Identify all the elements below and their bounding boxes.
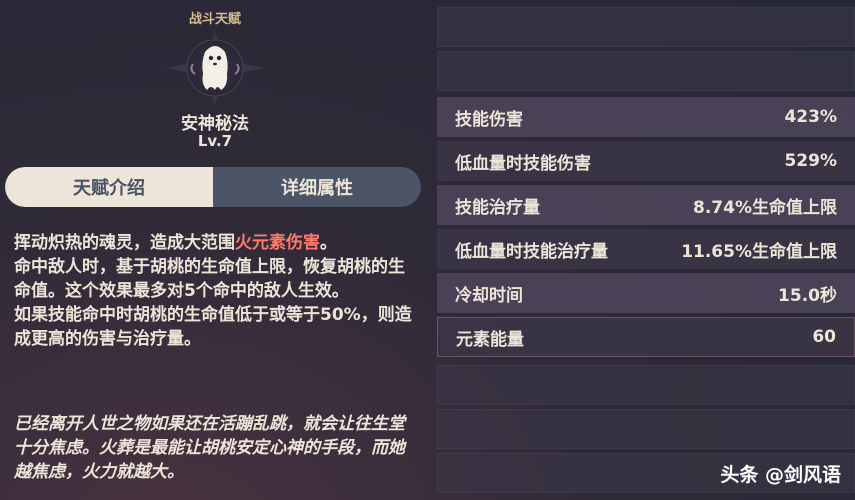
- tab-talent-intro[interactable]: 天赋介绍: [5, 167, 213, 207]
- empty-slot: [437, 7, 855, 47]
- stat-row: 技能治疗量 8.74%生命值上限: [437, 185, 855, 225]
- talent-name: 安神秘法: [181, 114, 249, 134]
- stat-value: 11.65%生命值上限: [681, 241, 837, 262]
- talent-description: 挥动炽热的魂灵，造成大范围火元素伤害。 命中敌人时，基于胡桃的生命值上限，恢复胡…: [14, 231, 414, 351]
- description-suffix: 。: [320, 233, 337, 253]
- stat-row: 元素能量 60: [437, 317, 855, 357]
- stat-row: 低血量时技能伤害 529%: [437, 141, 855, 181]
- stat-label: 低血量时技能治疗量: [455, 241, 608, 262]
- description-body: 命中敌人时，基于胡桃的生命值上限，恢复胡桃的生命值。这个效果最多对5个命中的敌人…: [14, 257, 412, 349]
- ghost-icon: [165, 30, 265, 106]
- stat-value: 8.74%生命值上限: [693, 197, 837, 218]
- empty-slot: [437, 51, 855, 91]
- watermark: 头条 @剑风语: [720, 464, 841, 486]
- stat-label: 技能治疗量: [455, 197, 540, 218]
- element-damage-highlight: 火元素伤害: [235, 233, 320, 253]
- stats-panel: 技能伤害 423% 低血量时技能伤害 529% 技能治疗量 8.74%生命值上限…: [437, 0, 855, 500]
- empty-slot: [437, 409, 855, 449]
- talent-level: Lv.7: [197, 132, 233, 150]
- empty-slot: [437, 365, 855, 405]
- stat-label: 冷却时间: [455, 285, 523, 306]
- talent-panel: 战斗天赋 安神秘法 Lv.7 天赋介绍 详细属性 挥动炽热的魂灵，造成大范围火元…: [0, 0, 430, 500]
- stat-value: 529%: [784, 151, 837, 171]
- stat-value: 60: [812, 327, 836, 347]
- stat-label: 技能伤害: [455, 109, 523, 130]
- talent-tabs: 天赋介绍 详细属性: [5, 167, 421, 207]
- stat-row: 技能伤害 423%: [437, 97, 855, 137]
- talent-category: 战斗天赋: [188, 12, 241, 27]
- stat-row: 低血量时技能治疗量 11.65%生命值上限: [437, 229, 855, 269]
- stat-row: 冷却时间 15.0秒: [437, 273, 855, 313]
- stat-label: 元素能量: [456, 329, 524, 350]
- description-prefix: 挥动炽热的魂灵，造成大范围: [14, 233, 235, 253]
- tab-detail-attributes[interactable]: 详细属性: [213, 167, 421, 207]
- stat-label: 低血量时技能伤害: [455, 153, 591, 174]
- stat-value: 15.0秒: [778, 285, 837, 306]
- flavor-text: 已经离开人世之物如果还在活蹦乱跳，就会让往生堂十分焦虑。火葬是最能让胡桃安定心神…: [14, 414, 405, 482]
- stat-value: 423%: [784, 107, 837, 127]
